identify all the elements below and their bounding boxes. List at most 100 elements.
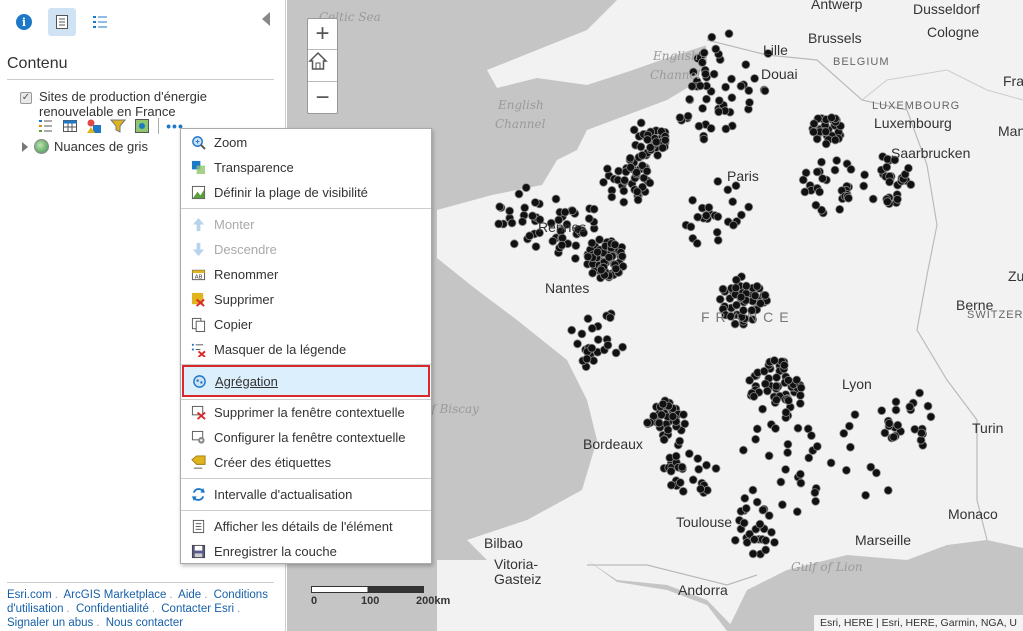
energy-site-point[interactable]: [731, 275, 741, 285]
energy-site-point[interactable]: [784, 396, 793, 406]
energy-site-point[interactable]: [728, 197, 738, 207]
energy-site-point[interactable]: [783, 439, 793, 449]
energy-site-point[interactable]: [795, 399, 805, 408]
energy-site-point[interactable]: [587, 238, 597, 248]
energy-site-point[interactable]: [821, 139, 831, 149]
energy-site-point[interactable]: [769, 356, 779, 365]
energy-site-point[interactable]: [570, 254, 580, 263]
content-button[interactable]: [48, 8, 76, 36]
energy-site-point[interactable]: [587, 323, 597, 333]
energy-site-point[interactable]: [688, 195, 698, 205]
energy-site-point[interactable]: [704, 203, 714, 212]
energy-site-point[interactable]: [692, 238, 702, 248]
energy-site-point[interactable]: [694, 464, 704, 474]
energy-site-point[interactable]: [826, 458, 836, 468]
energy-site-point[interactable]: [595, 235, 604, 245]
energy-site-point[interactable]: [560, 207, 570, 217]
footer-link-help[interactable]: Aide: [178, 589, 201, 601]
energy-site-point[interactable]: [776, 477, 786, 487]
energy-site-point[interactable]: [905, 402, 915, 412]
energy-site-point[interactable]: [885, 177, 894, 187]
energy-site-point[interactable]: [755, 519, 765, 529]
energy-site-point[interactable]: [866, 462, 876, 472]
energy-site-point[interactable]: [713, 235, 723, 245]
energy-site-point[interactable]: [750, 74, 760, 83]
energy-site-point[interactable]: [701, 69, 710, 79]
energy-site-point[interactable]: [636, 142, 646, 152]
energy-site-point[interactable]: [696, 484, 706, 494]
energy-site-point[interactable]: [771, 381, 781, 391]
energy-site-point[interactable]: [520, 203, 530, 213]
energy-site-point[interactable]: [712, 227, 722, 237]
energy-site-point[interactable]: [730, 535, 740, 545]
menu-item-copy[interactable]: Copier: [181, 312, 431, 337]
energy-site-point[interactable]: [693, 454, 703, 464]
menu-item-transparency[interactable]: Transparence: [181, 155, 431, 180]
energy-site-point[interactable]: [551, 194, 561, 204]
energy-site-point[interactable]: [761, 536, 771, 545]
energy-site-point[interactable]: [736, 292, 746, 302]
energy-site-point[interactable]: [744, 202, 754, 212]
energy-site-point[interactable]: [531, 242, 541, 252]
energy-site-point[interactable]: [750, 291, 760, 301]
energy-site-point[interactable]: [567, 206, 577, 216]
basemap-row[interactable]: Nuances de gris: [22, 139, 148, 154]
energy-site-point[interactable]: [724, 29, 734, 39]
energy-site-point[interactable]: [818, 174, 827, 184]
menu-item-rename[interactable]: AB Renommer: [181, 262, 431, 287]
energy-site-point[interactable]: [607, 192, 617, 202]
energy-site-point[interactable]: [701, 211, 711, 221]
energy-site-point[interactable]: [767, 527, 776, 537]
energy-site-point[interactable]: [619, 197, 629, 207]
energy-site-point[interactable]: [796, 478, 806, 488]
energy-site-point[interactable]: [846, 442, 855, 452]
energy-site-point[interactable]: [771, 424, 780, 433]
energy-site-point[interactable]: [915, 388, 924, 398]
energy-site-point[interactable]: [659, 435, 669, 445]
energy-site-point[interactable]: [584, 214, 594, 224]
energy-site-point[interactable]: [796, 390, 805, 400]
energy-site-point[interactable]: [917, 428, 926, 438]
energy-site-point[interactable]: [752, 281, 762, 291]
energy-site-point[interactable]: [718, 284, 728, 294]
energy-site-point[interactable]: [518, 217, 527, 227]
energy-site-point[interactable]: [760, 290, 770, 300]
energy-site-point[interactable]: [796, 383, 806, 393]
basemap-name[interactable]: Nuances de gris: [54, 139, 148, 154]
energy-site-point[interactable]: [658, 143, 668, 153]
energy-site-point[interactable]: [680, 419, 690, 429]
energy-site-point[interactable]: [494, 219, 504, 229]
footer-link-contact-us[interactable]: Nous contacter: [106, 617, 183, 629]
energy-site-point[interactable]: [923, 401, 933, 411]
energy-site-point[interactable]: [883, 485, 893, 495]
energy-site-point[interactable]: [632, 187, 642, 197]
energy-site-point[interactable]: [577, 329, 587, 339]
energy-site-point[interactable]: [687, 81, 697, 91]
energy-site-point[interactable]: [736, 81, 746, 91]
energy-site-point[interactable]: [758, 505, 768, 515]
energy-site-point[interactable]: [618, 342, 628, 352]
energy-site-point[interactable]: [709, 69, 719, 79]
menu-item-remove-popup[interactable]: Supprimer la fenêtre contextuelle: [181, 400, 431, 425]
energy-site-point[interactable]: [740, 493, 750, 503]
energy-site-point[interactable]: [686, 222, 696, 232]
footer-link-esri[interactable]: Esri.com: [7, 589, 52, 601]
energy-site-point[interactable]: [846, 164, 856, 174]
energy-site-point[interactable]: [811, 200, 821, 210]
energy-site-point[interactable]: [727, 93, 737, 103]
energy-site-point[interactable]: [744, 86, 754, 95]
energy-site-point[interactable]: [675, 113, 685, 122]
energy-site-point[interactable]: [859, 181, 869, 191]
energy-site-point[interactable]: [699, 48, 709, 58]
energy-site-point[interactable]: [658, 399, 668, 409]
energy-site-point[interactable]: [603, 340, 613, 350]
energy-site-point[interactable]: [721, 82, 731, 92]
energy-site-point[interactable]: [525, 231, 535, 241]
energy-site-point[interactable]: [632, 167, 642, 177]
energy-site-point[interactable]: [739, 518, 749, 528]
energy-site-point[interactable]: [761, 545, 771, 555]
energy-site-point[interactable]: [583, 314, 593, 324]
energy-site-point[interactable]: [742, 538, 752, 547]
energy-site-point[interactable]: [877, 406, 887, 416]
energy-site-point[interactable]: [821, 127, 831, 137]
